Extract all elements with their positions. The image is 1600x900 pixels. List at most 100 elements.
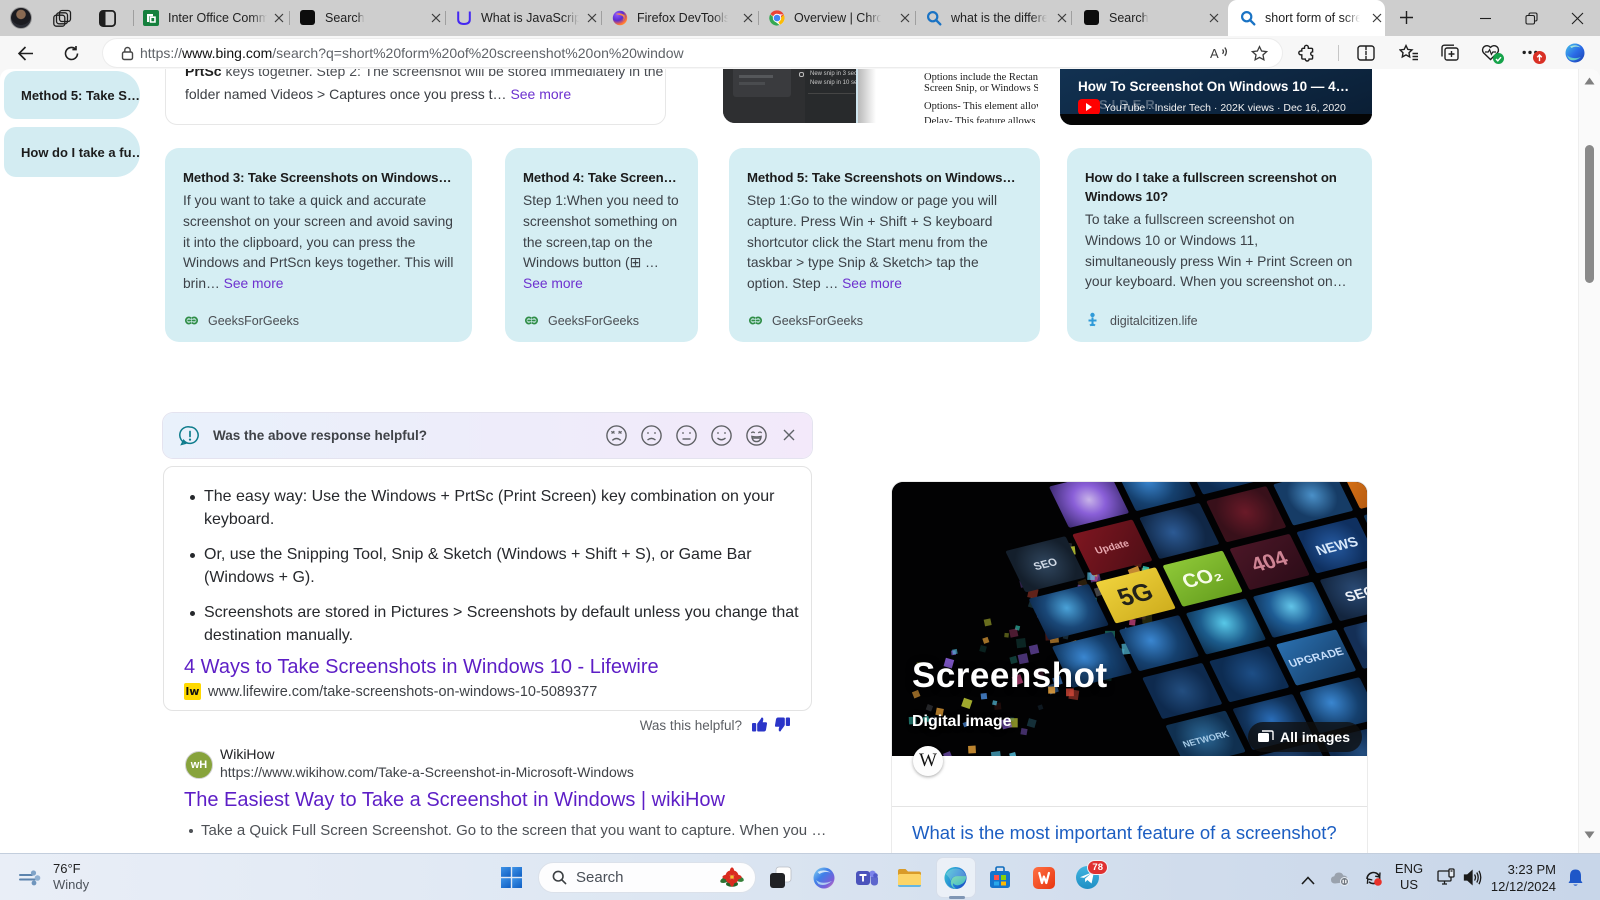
snipping-menu-image[interactable]: New snip in 3 secs New snip in 10 secs	[723, 69, 858, 123]
see-more-link[interactable]: See more	[224, 276, 284, 291]
teams-icon[interactable]	[854, 865, 879, 890]
weather-temperature: 76°F	[53, 861, 89, 876]
related-question-link[interactable]: What is the most important feature of a …	[912, 822, 1337, 844]
emoji-neutral-icon[interactable]	[675, 424, 698, 447]
video-meta: YouTube · Insider Tech · 202K views · De…	[1104, 102, 1346, 114]
split-screen-icon[interactable]	[1357, 45, 1375, 61]
scrollbar-thumb[interactable]	[1585, 145, 1594, 283]
lifewire-link[interactable]: 4 Ways to Take Screenshots in Windows 10…	[184, 656, 659, 679]
scroll-up-icon[interactable]	[1584, 77, 1595, 85]
tab-close-icon[interactable]	[584, 10, 600, 26]
microsoft-store-icon[interactable]	[987, 865, 1012, 890]
geeksforgeeks-icon	[523, 312, 540, 329]
tab-close-icon[interactable]	[428, 10, 444, 26]
tab-close-icon[interactable]	[897, 10, 913, 26]
file-explorer-icon[interactable]	[897, 865, 922, 890]
top-card-line1: PrtSc keys together. Step 2: The screens…	[185, 69, 666, 79]
window-minimize-icon[interactable]	[1462, 0, 1508, 36]
see-more-link[interactable]: See more	[510, 86, 571, 102]
related-pill-fullscreen[interactable]: How do I take a fu…	[4, 127, 140, 177]
vertical-tabs-icon[interactable]	[99, 10, 116, 27]
see-more-link[interactable]: See more	[842, 276, 902, 291]
start-button[interactable]	[499, 865, 524, 890]
tab-active-short-form[interactable]: short form of scre	[1228, 0, 1385, 36]
method-card-3[interactable]: Method 3: Take Screenshots on Windows… I…	[165, 148, 472, 342]
method-card-4[interactable]: Method 4: Take Screen… Step 1:When you n…	[505, 148, 698, 342]
youtube-video-card[interactable]: How To Screenshot On Windows 10 — 4… INS…	[1060, 69, 1372, 125]
clock-date: 12/12/2024	[1491, 878, 1556, 895]
tab-search-2[interactable]: Search	[1072, 0, 1222, 36]
lifewire-url: www.lifewire.com/take-screenshots-on-win…	[208, 684, 597, 700]
favorites-icon[interactable]	[1399, 44, 1419, 61]
taskbar-copilot-icon[interactable]	[811, 865, 836, 890]
back-icon[interactable]	[11, 39, 39, 67]
telegram-icon[interactable]: 78	[1075, 865, 1100, 890]
tab-close-icon[interactable]	[1369, 10, 1385, 26]
network-tray-icon[interactable]	[1435, 865, 1460, 890]
read-aloud-icon[interactable]: A	[1210, 46, 1229, 61]
edge-icon[interactable]	[943, 865, 968, 890]
document-text-image[interactable]: Options include the Rectangu Screen Snip…	[858, 69, 1038, 123]
notification-bell-icon[interactable]	[1563, 865, 1588, 890]
taskbar-search[interactable]: Search	[538, 862, 756, 893]
related-pill-method5[interactable]: Method 5: Take S…	[4, 71, 140, 119]
wikipedia-icon[interactable]: W	[913, 746, 943, 776]
emoji-terrible-icon[interactable]	[605, 424, 628, 447]
refresh-icon[interactable]	[57, 39, 85, 67]
browser-essentials-icon[interactable]	[1481, 44, 1500, 61]
feedback-close-icon[interactable]	[778, 424, 800, 446]
tab-search-1[interactable]: Search	[290, 0, 444, 36]
window-restore-icon[interactable]	[1508, 0, 1554, 36]
onedrive-tray-icon[interactable]	[1327, 865, 1352, 890]
tab-inter-office[interactable]: Inter Office Comm	[135, 0, 287, 36]
new-tab-icon[interactable]	[1399, 10, 1414, 25]
tab-javascript[interactable]: What is JavaScrip	[446, 0, 600, 36]
sync-tray-icon[interactable]	[1361, 865, 1386, 890]
tab-overview-chrome[interactable]: Overview | Chro	[759, 0, 913, 36]
volume-tray-icon[interactable]	[1460, 865, 1485, 890]
all-images-button[interactable]: All images	[1248, 722, 1362, 752]
see-more-link[interactable]: See more	[523, 276, 583, 291]
firefox-icon	[612, 10, 628, 26]
emoji-good-icon[interactable]	[710, 424, 733, 447]
language-indicator[interactable]: ENG US	[1392, 861, 1426, 893]
tab-close-icon[interactable]	[740, 10, 756, 26]
copilot-icon[interactable]	[1564, 42, 1586, 64]
settings-more-icon[interactable]	[1522, 50, 1538, 55]
collections-icon[interactable]	[1441, 44, 1459, 61]
tab-title: what is the differe	[951, 11, 1049, 25]
emoji-great-icon[interactable]	[745, 424, 768, 447]
extensions-icon[interactable]	[1298, 44, 1316, 62]
taskbar-clock[interactable]: 3:23 PM 12/12/2024	[1491, 861, 1556, 895]
card-source: GeeksForGeeks	[747, 312, 863, 329]
thumbs-down-icon[interactable]	[774, 716, 791, 733]
address-bar[interactable]: https://www.bing.com/search?q=short%20fo…	[103, 39, 1282, 67]
wps-office-icon[interactable]	[1031, 865, 1056, 890]
tab-title: Search	[1109, 11, 1149, 25]
tray-chevron-icon[interactable]	[1295, 868, 1320, 893]
screenshot-hero-image[interactable]: SEOUpdate5GCO₂404NEWSSEOUPGRADENETWORK S…	[892, 482, 1367, 756]
address-text: https://www.bing.com/search?q=short%20fo…	[140, 45, 684, 61]
method-card-5[interactable]: Method 5: Take Screenshots on Windows… S…	[729, 148, 1040, 342]
thumbs-up-icon[interactable]	[751, 716, 768, 733]
tab-close-icon[interactable]	[1054, 10, 1070, 26]
wikihow-avatar: wH	[185, 751, 213, 779]
scroll-down-icon[interactable]	[1584, 831, 1595, 839]
wikihow-title-link[interactable]: The Easiest Way to Take a Screenshot in …	[184, 789, 725, 812]
page-scrollbar[interactable]	[1578, 69, 1600, 853]
tab-close-icon[interactable]	[271, 10, 287, 26]
task-view-button[interactable]	[768, 865, 793, 890]
method-card-fullscreen[interactable]: How do I take a fullscreen screenshot on…	[1067, 148, 1372, 342]
card-title: Method 5: Take Screenshots on Windows…	[747, 168, 1022, 187]
wall-tile	[1253, 582, 1333, 638]
card-body: To take a fullscreen screenshot on Windo…	[1085, 210, 1354, 293]
tab-close-icon[interactable]	[1206, 10, 1222, 26]
tab-what-difference[interactable]: what is the differe	[916, 0, 1070, 36]
tab-firefox-devtools[interactable]: Firefox DevTools	[602, 0, 756, 36]
emoji-bad-icon[interactable]	[640, 424, 663, 447]
favorite-star-icon[interactable]	[1251, 45, 1268, 62]
profile-avatar[interactable]	[10, 7, 32, 29]
window-close-icon[interactable]	[1554, 0, 1600, 36]
workspaces-icon[interactable]	[53, 9, 72, 28]
taskbar-weather-widget[interactable]: 76°F Windy	[19, 861, 89, 892]
